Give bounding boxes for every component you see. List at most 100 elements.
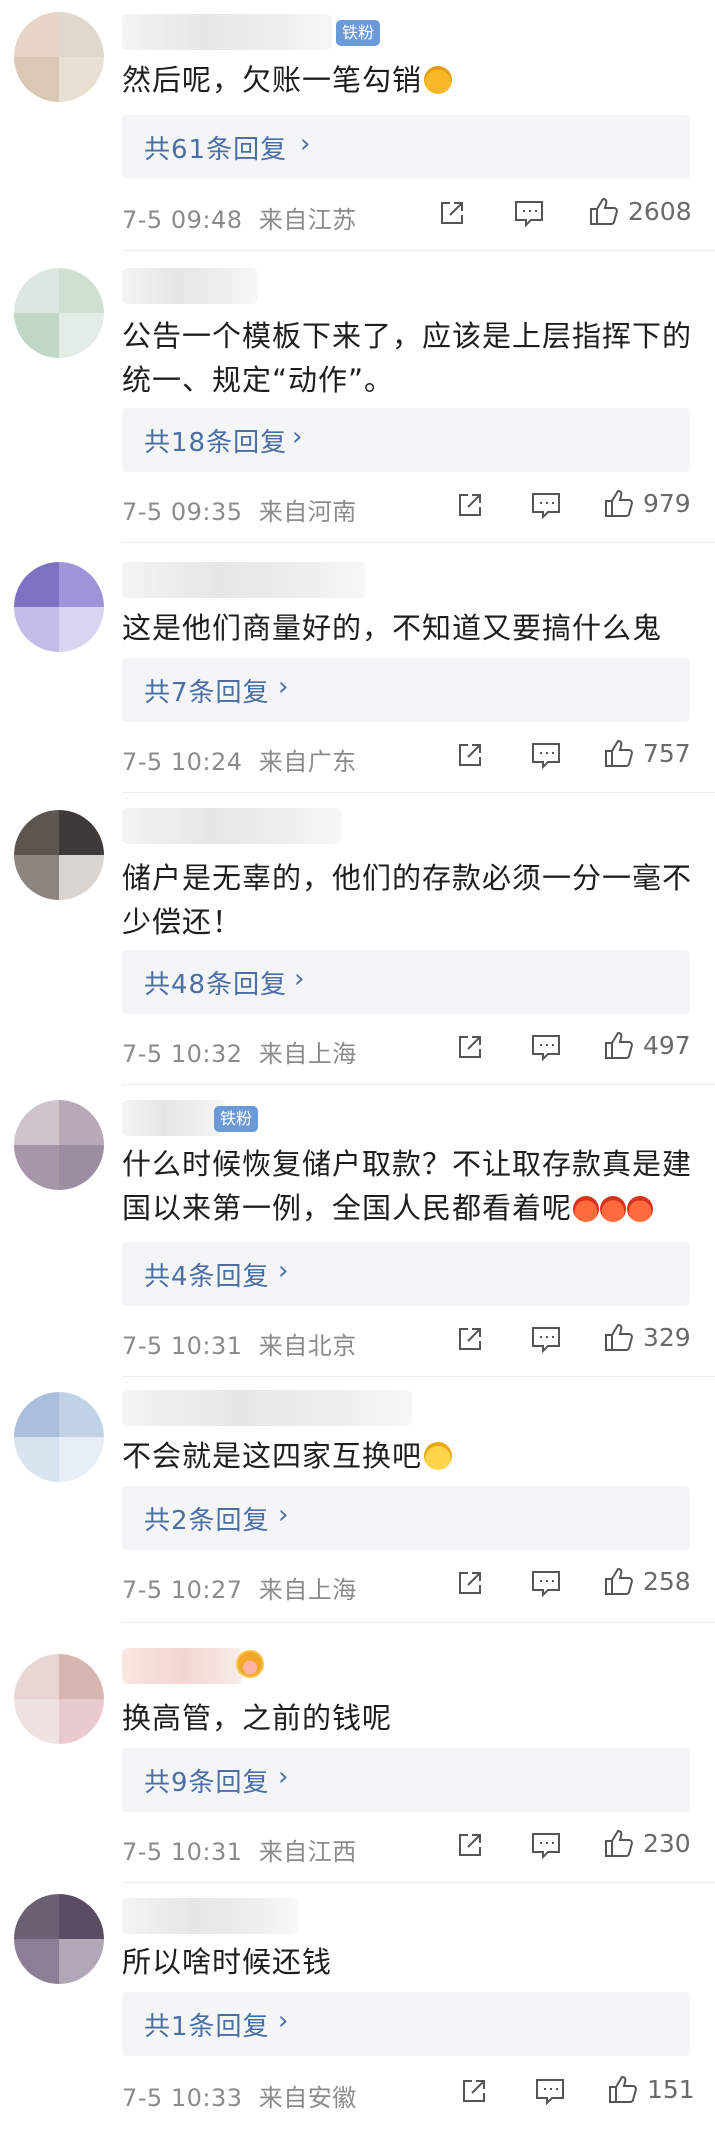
thumbs-up-icon [590, 197, 619, 225]
comment-button[interactable] [513, 196, 545, 230]
comment-text: 不会就是这四家互换吧 [122, 1434, 692, 1478]
replies-button[interactable]: 共48条回复 › [122, 950, 690, 1014]
comment-icon [532, 1571, 560, 1598]
comment-meta: 7-5 10:27 来自上海 [122, 1570, 357, 1605]
share-button[interactable] [455, 1030, 485, 1064]
avatar[interactable] [14, 562, 104, 652]
thumbs-up-icon [605, 1567, 634, 1595]
comment-meta: 7-5 09:35 来自河南 [122, 492, 357, 527]
comment-meta: 7-5 10:33 来自安徽 [122, 2078, 357, 2113]
like-count: 329 [643, 1322, 691, 1352]
share-icon [459, 1834, 481, 1856]
share-button[interactable] [455, 1322, 485, 1356]
avatar[interactable] [14, 1392, 104, 1482]
share-icon [459, 1328, 481, 1350]
avatar[interactable] [14, 1654, 104, 1744]
comment-text: 然后呢，欠账一笔勾销 [122, 58, 692, 102]
smirk-emoji [424, 66, 453, 94]
replies-button[interactable]: 共9条回复 › [122, 1748, 690, 1812]
username-blurred[interactable] [122, 268, 258, 304]
share-icon [459, 1036, 481, 1058]
comment-button[interactable] [530, 1030, 562, 1064]
username-blurred[interactable] [122, 808, 342, 844]
like-button[interactable]: 258 [603, 1564, 691, 1598]
divider [122, 542, 715, 543]
chevron-right-icon: › [278, 1256, 289, 1286]
angry-emoji [573, 1196, 600, 1222]
comment-date: 7-5 09:35 [122, 498, 243, 526]
avatar[interactable] [14, 1894, 104, 1984]
comment-text: 公告一个模板下来了，应该是上层指挥下的统一、规定“动作”。 [122, 319, 693, 397]
comment-location: 来自广东 [258, 748, 357, 776]
comment-button[interactable] [530, 488, 562, 522]
replies-button[interactable]: 共4条回复 › [122, 1242, 690, 1306]
share-icon [459, 744, 481, 766]
comment-date: 7-5 09:48 [122, 206, 243, 234]
replies-button[interactable]: 共7条回复 › [122, 658, 690, 722]
like-count: 497 [643, 1030, 691, 1060]
username-blurred[interactable] [122, 1390, 412, 1426]
username-blurred[interactable] [122, 1648, 242, 1684]
avatar[interactable] [14, 810, 104, 900]
angry-emoji [627, 1196, 654, 1222]
thumbs-up-icon [605, 1031, 634, 1059]
comment-button[interactable] [530, 1566, 562, 1600]
comment-meta: 7-5 10:24 来自广东 [122, 742, 357, 777]
share-button[interactable] [437, 196, 467, 230]
avatar[interactable] [14, 1100, 104, 1190]
comment-date: 7-5 10:33 [122, 2084, 243, 2112]
comment-location: 来自北京 [258, 1332, 357, 1360]
thumbs-up-icon [605, 1323, 634, 1351]
comment-button[interactable] [530, 1828, 562, 1862]
chevron-right-icon: › [278, 2006, 289, 2036]
comment-meta: 7-5 10:31 来自江西 [122, 1832, 357, 1867]
angry-emoji [600, 1196, 627, 1222]
like-count: 2608 [628, 196, 692, 226]
chevron-right-icon: › [278, 1762, 289, 1792]
crown-badge-icon [236, 1650, 264, 1678]
share-button[interactable] [455, 1828, 485, 1862]
avatar[interactable] [14, 268, 104, 358]
divider [122, 1084, 715, 1085]
comment-meta: 7-5 10:32 来自上海 [122, 1034, 357, 1069]
comment-text: 储户是无辜的，他们的存款必须一分一毫不少偿还！ [122, 861, 693, 939]
username-blurred[interactable] [122, 562, 366, 598]
share-button[interactable] [455, 488, 485, 522]
replies-button[interactable]: 共61条回复 › [122, 115, 690, 179]
comment-button[interactable] [534, 2074, 566, 2108]
divider [122, 250, 715, 251]
like-count: 230 [643, 1828, 691, 1858]
share-button[interactable] [459, 2074, 489, 2108]
comment-location: 来自上海 [258, 1576, 357, 1604]
replies-button[interactable]: 共1条回复 › [122, 1992, 690, 2056]
laugh-cry-emoji [424, 1442, 453, 1470]
comment-button[interactable] [530, 738, 562, 772]
username-blurred[interactable] [122, 14, 332, 50]
like-button[interactable]: 329 [603, 1320, 691, 1354]
like-button[interactable]: 2608 [588, 194, 692, 228]
comment-icon [532, 743, 560, 770]
username-blurred[interactable] [122, 1898, 298, 1934]
comment-text: 这是他们商量好的，不知道又要搞什么鬼 [122, 611, 663, 645]
like-button[interactable]: 497 [603, 1028, 691, 1062]
like-button[interactable]: 230 [603, 1826, 691, 1860]
comment-location: 来自河南 [258, 498, 357, 526]
comment-date: 7-5 10:24 [122, 748, 243, 776]
like-button[interactable]: 151 [607, 2072, 695, 2106]
divider [122, 1376, 715, 1377]
comment-date: 7-5 10:31 [122, 1838, 243, 1866]
replies-button[interactable]: 共18条回复 › [122, 408, 690, 472]
divider [122, 1882, 715, 1883]
like-button[interactable]: 979 [603, 486, 691, 520]
share-button[interactable] [455, 1566, 485, 1600]
share-icon [441, 202, 463, 224]
replies-button[interactable]: 共2条回复 › [122, 1486, 690, 1550]
avatar[interactable] [14, 12, 104, 102]
share-button[interactable] [455, 738, 485, 772]
comment-icon [532, 1833, 560, 1860]
comment-location: 来自江苏 [258, 206, 357, 234]
fan-badge: 铁粉 [336, 20, 381, 46]
username-blurred[interactable] [122, 1100, 226, 1136]
like-button[interactable]: 757 [603, 736, 691, 770]
comment-button[interactable] [530, 1322, 562, 1356]
